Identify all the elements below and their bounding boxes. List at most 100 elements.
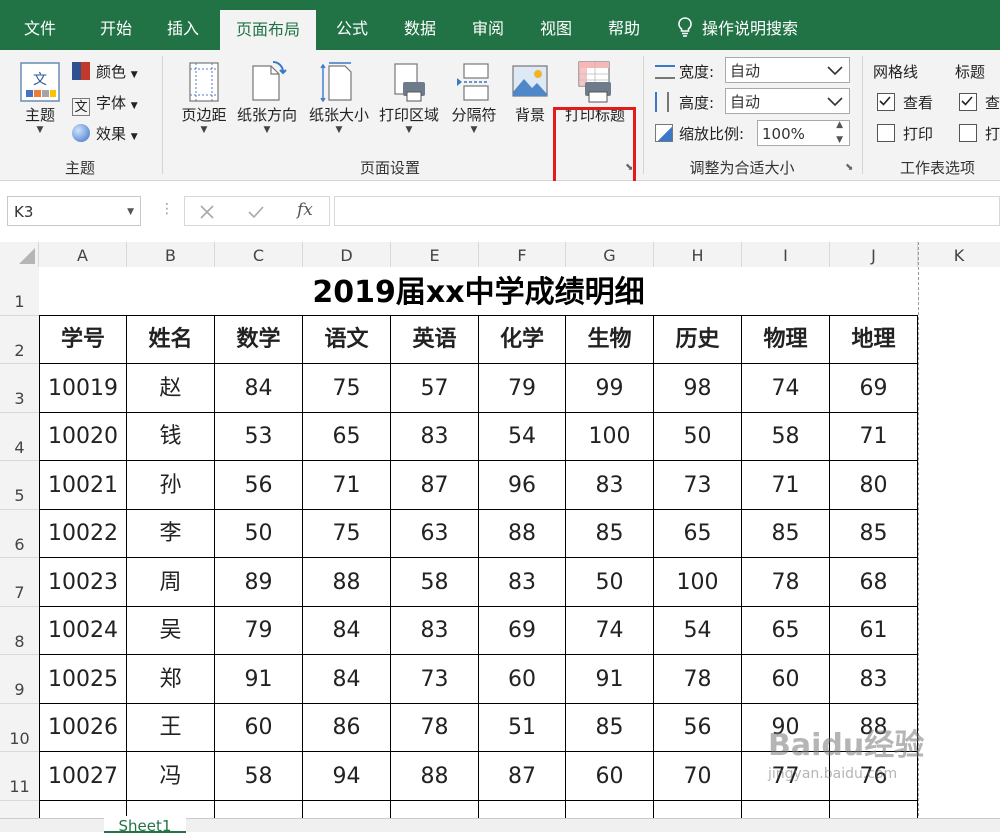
row9-name-cell[interactable]: 郑 bbox=[127, 655, 215, 704]
dialog-launcher-icon[interactable]: ⬊ bbox=[845, 162, 853, 173]
row4-biology-cell[interactable]: 100 bbox=[566, 413, 654, 461]
row3-math-cell[interactable]: 84 bbox=[215, 364, 303, 413]
row4-chemistry-cell[interactable]: 54 bbox=[479, 413, 566, 461]
row6-history-cell[interactable]: 65 bbox=[654, 510, 742, 558]
themes-button[interactable]: 文 主题 ▼ bbox=[14, 60, 66, 135]
chevron-down-icon[interactable]: ▼ bbox=[127, 197, 134, 227]
row7-english-cell[interactable]: 58 bbox=[391, 558, 479, 607]
column-header-h[interactable]: H bbox=[654, 242, 742, 267]
row-header-11[interactable]: 11 bbox=[0, 752, 39, 801]
tab-page-layout[interactable]: 页面布局 bbox=[220, 10, 316, 50]
row8-id-cell[interactable]: 10024 bbox=[39, 607, 127, 655]
row8-english-cell[interactable]: 83 bbox=[391, 607, 479, 655]
enter-check-icon[interactable] bbox=[247, 204, 265, 220]
row6-geography-cell[interactable]: 85 bbox=[830, 510, 918, 558]
row6-id-cell[interactable]: 10022 bbox=[39, 510, 127, 558]
row-header-10[interactable]: 10 bbox=[0, 704, 39, 752]
row12-physics-cell[interactable] bbox=[742, 801, 830, 818]
header-id-cell[interactable]: 学号 bbox=[39, 316, 127, 364]
row4-english-cell[interactable]: 83 bbox=[391, 413, 479, 461]
column-header-c[interactable]: C bbox=[215, 242, 303, 267]
row12-chemistry-cell[interactable] bbox=[479, 801, 566, 818]
row11-name-cell[interactable]: 冯 bbox=[127, 752, 215, 801]
row11-chemistry-cell[interactable]: 87 bbox=[479, 752, 566, 801]
sheet-title-cell[interactable]: 2019届xx中学成绩明细 bbox=[39, 267, 918, 316]
row10-history-cell[interactable]: 56 bbox=[654, 704, 742, 752]
row5-physics-cell[interactable]: 71 bbox=[742, 461, 830, 510]
row11-english-cell[interactable]: 88 bbox=[391, 752, 479, 801]
insert-function-icon[interactable]: fx bbox=[297, 200, 313, 220]
row5-chemistry-cell[interactable]: 96 bbox=[479, 461, 566, 510]
row12-math-cell[interactable] bbox=[215, 801, 303, 818]
fonts-button[interactable]: 文字体 ▼ bbox=[72, 92, 138, 116]
row7-chinese-cell[interactable]: 88 bbox=[303, 558, 391, 607]
column-header-e[interactable]: E bbox=[391, 242, 479, 267]
tab-data[interactable]: 数据 bbox=[392, 0, 448, 50]
row10-biology-cell[interactable]: 85 bbox=[566, 704, 654, 752]
row4-id-cell[interactable]: 10020 bbox=[39, 413, 127, 461]
row5-id-cell[interactable]: 10021 bbox=[39, 461, 127, 510]
row3-history-cell[interactable]: 98 bbox=[654, 364, 742, 413]
row3-id-cell[interactable]: 10019 bbox=[39, 364, 127, 413]
header-geography-cell[interactable]: 地理 bbox=[830, 316, 918, 364]
row6-chemistry-cell[interactable]: 88 bbox=[479, 510, 566, 558]
row8-history-cell[interactable]: 54 bbox=[654, 607, 742, 655]
row9-history-cell[interactable]: 78 bbox=[654, 655, 742, 704]
header-chinese-cell[interactable]: 语文 bbox=[303, 316, 391, 364]
row11-history-cell[interactable]: 70 bbox=[654, 752, 742, 801]
row4-geography-cell[interactable]: 71 bbox=[830, 413, 918, 461]
print-area-button[interactable]: 打印区域 ▼ bbox=[374, 60, 444, 135]
formula-input[interactable] bbox=[334, 196, 1000, 226]
column-header-b[interactable]: B bbox=[127, 242, 215, 267]
width-dropdown[interactable]: 自动 bbox=[725, 57, 850, 83]
row12-history-cell[interactable] bbox=[654, 801, 742, 818]
row11-biology-cell[interactable]: 60 bbox=[566, 752, 654, 801]
dialog-launcher-icon[interactable]: ⬊ bbox=[625, 162, 633, 173]
row-header-5[interactable]: 5 bbox=[0, 461, 39, 510]
row4-name-cell[interactable]: 钱 bbox=[127, 413, 215, 461]
header-history-cell[interactable]: 历史 bbox=[654, 316, 742, 364]
row7-name-cell[interactable]: 周 bbox=[127, 558, 215, 607]
row10-chinese-cell[interactable]: 86 bbox=[303, 704, 391, 752]
row5-english-cell[interactable]: 87 bbox=[391, 461, 479, 510]
row3-chinese-cell[interactable]: 75 bbox=[303, 364, 391, 413]
row12-biology-cell[interactable] bbox=[566, 801, 654, 818]
row10-name-cell[interactable]: 王 bbox=[127, 704, 215, 752]
size-button[interactable]: 纸张大小 ▼ bbox=[304, 60, 374, 135]
row8-chemistry-cell[interactable]: 69 bbox=[479, 607, 566, 655]
row-header-12[interactable] bbox=[0, 801, 39, 818]
row9-chemistry-cell[interactable]: 60 bbox=[479, 655, 566, 704]
orientation-button[interactable]: 纸张方向 ▼ bbox=[232, 60, 302, 135]
select-all-button[interactable] bbox=[0, 242, 39, 267]
row6-chinese-cell[interactable]: 75 bbox=[303, 510, 391, 558]
tab-review[interactable]: 审阅 bbox=[460, 0, 516, 50]
header-name-cell[interactable]: 姓名 bbox=[127, 316, 215, 364]
row5-biology-cell[interactable]: 83 bbox=[566, 461, 654, 510]
row8-math-cell[interactable]: 79 bbox=[215, 607, 303, 655]
spinner-arrows-icon[interactable]: ▲ ▼ bbox=[836, 118, 843, 148]
row12-chinese-cell[interactable] bbox=[303, 801, 391, 818]
row-header-1[interactable]: 1 bbox=[0, 267, 39, 316]
sheet-tab-sheet1[interactable]: Sheet1 bbox=[104, 816, 186, 833]
row11-id-cell[interactable]: 10027 bbox=[39, 752, 127, 801]
row9-geography-cell[interactable]: 83 bbox=[830, 655, 918, 704]
row6-physics-cell[interactable]: 85 bbox=[742, 510, 830, 558]
row7-geography-cell[interactable]: 68 bbox=[830, 558, 918, 607]
effects-button[interactable]: 效果 ▼ bbox=[72, 123, 138, 144]
drag-handle-icon[interactable]: ⋮ bbox=[160, 201, 174, 217]
row10-english-cell[interactable]: 78 bbox=[391, 704, 479, 752]
row5-math-cell[interactable]: 56 bbox=[215, 461, 303, 510]
column-header-a[interactable]: A bbox=[39, 242, 127, 267]
row7-chemistry-cell[interactable]: 83 bbox=[479, 558, 566, 607]
header-chemistry-cell[interactable]: 化学 bbox=[479, 316, 566, 364]
colors-button[interactable]: 颜色 ▼ bbox=[72, 61, 138, 82]
row8-chinese-cell[interactable]: 84 bbox=[303, 607, 391, 655]
row7-id-cell[interactable]: 10023 bbox=[39, 558, 127, 607]
row4-physics-cell[interactable]: 58 bbox=[742, 413, 830, 461]
background-button[interactable]: 背景 bbox=[508, 60, 552, 125]
column-header-j[interactable]: J bbox=[830, 242, 918, 267]
row-header-9[interactable]: 9 bbox=[0, 655, 39, 704]
row9-biology-cell[interactable]: 91 bbox=[566, 655, 654, 704]
row7-physics-cell[interactable]: 78 bbox=[742, 558, 830, 607]
name-box[interactable]: K3 ▼ bbox=[7, 196, 141, 226]
